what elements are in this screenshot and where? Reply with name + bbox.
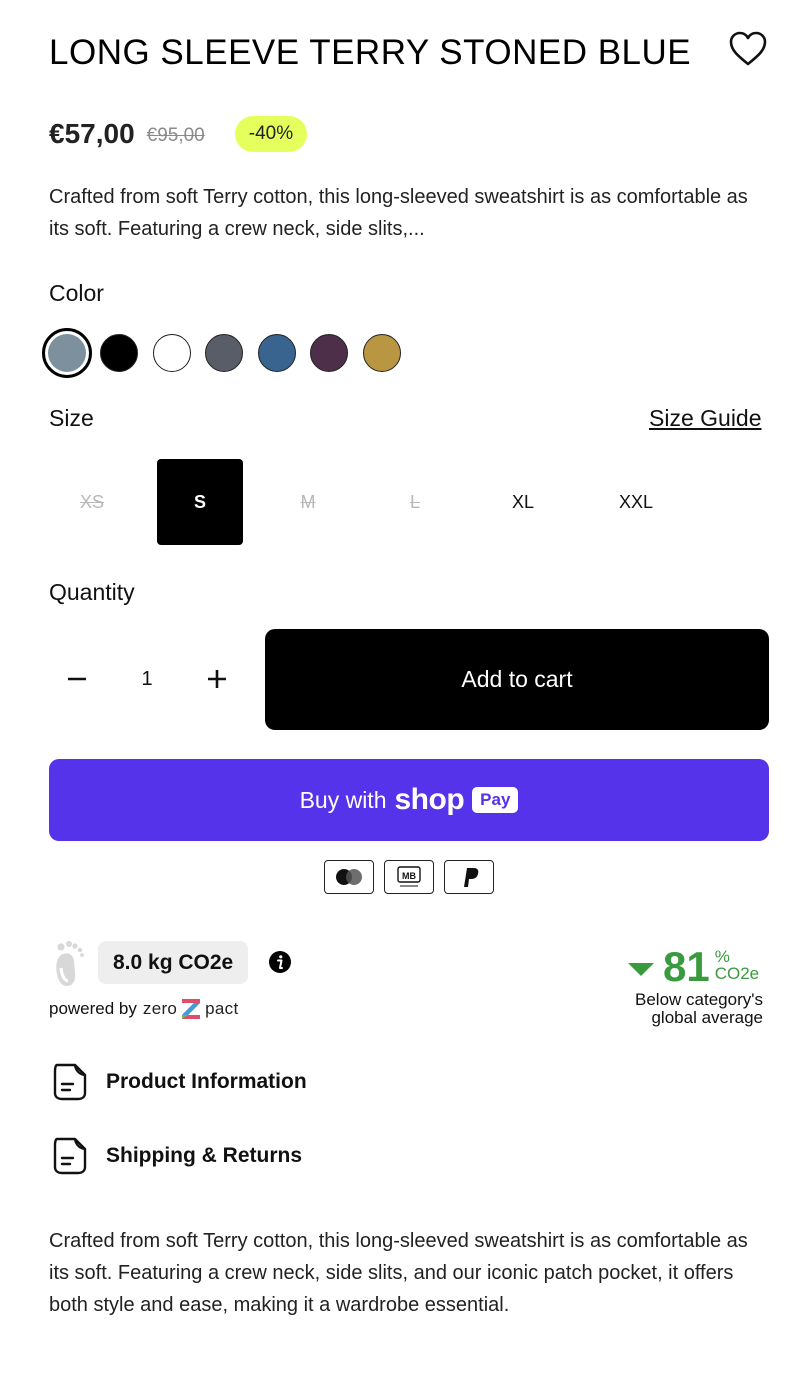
size-guide-link[interactable]: Size Guide bbox=[649, 405, 762, 432]
multibanco-text: MB bbox=[402, 871, 416, 881]
info-icon[interactable] bbox=[268, 950, 292, 974]
zeropact-logo-left: zero bbox=[142, 999, 178, 1018]
increase-quantity-button[interactable] bbox=[189, 651, 245, 707]
accordion-label: Product Information bbox=[106, 1070, 307, 1093]
zeropact-logo: zero pact bbox=[143, 996, 239, 1022]
wishlist-button[interactable] bbox=[728, 30, 768, 68]
document-icon bbox=[53, 1137, 87, 1175]
color-swatch[interactable] bbox=[205, 334, 243, 372]
co2-reduction: 81 % CO2e bbox=[628, 944, 768, 990]
paypal-icon bbox=[444, 860, 494, 894]
color-swatch[interactable] bbox=[42, 328, 92, 378]
color-swatch[interactable] bbox=[257, 334, 296, 372]
zeropact-z-icon bbox=[182, 999, 201, 1019]
multibanco-icon: MB bbox=[384, 860, 434, 894]
down-arrow-icon bbox=[628, 963, 654, 976]
size-option[interactable]: L bbox=[372, 459, 458, 545]
color-swatch[interactable] bbox=[310, 334, 348, 372]
color-swatch[interactable] bbox=[152, 334, 191, 372]
size-option[interactable]: M bbox=[265, 459, 351, 545]
quantity-stepper: 1 bbox=[49, 629, 245, 729]
size-option[interactable]: XS bbox=[49, 459, 135, 545]
color-swatch[interactable] bbox=[100, 334, 138, 372]
size-option[interactable]: S bbox=[157, 459, 243, 545]
add-to-cart-button[interactable]: Add to cart bbox=[265, 629, 769, 730]
co2-reduction-number: 81 bbox=[663, 943, 710, 990]
short-description: Crafted from soft Terry cotton, this lon… bbox=[49, 186, 748, 240]
long-description: Crafted from soft Terry cotton, this lon… bbox=[49, 1230, 748, 1316]
compare-price: €95,00 bbox=[146, 125, 205, 146]
zeropact-logo-right: pact bbox=[205, 999, 239, 1018]
size-option[interactable]: XL bbox=[480, 459, 566, 545]
pay-badge: Pay bbox=[472, 787, 519, 813]
footprint-icon bbox=[56, 941, 84, 986]
product-title: LONG SLEEVE TERRY STONED BLUE bbox=[49, 33, 692, 72]
size-label: Size bbox=[49, 405, 94, 431]
plus-icon bbox=[208, 670, 226, 688]
document-icon bbox=[53, 1063, 87, 1101]
size-options: XS S M L XL XXL bbox=[49, 459, 769, 545]
accordion-shipping-returns[interactable]: Shipping & Returns bbox=[49, 1134, 769, 1178]
quantity-label: Quantity bbox=[49, 579, 135, 605]
shop-logo: shop bbox=[394, 783, 465, 816]
co2-note-line2: global average bbox=[651, 1008, 763, 1027]
co2-note-line1: Below category's bbox=[635, 990, 763, 1009]
color-label: Color bbox=[49, 280, 104, 306]
accordion-label: Shipping & Returns bbox=[106, 1144, 302, 1167]
sale-price: €57,00 bbox=[49, 118, 135, 149]
accordion-product-information[interactable]: Product Information bbox=[49, 1060, 769, 1104]
powered-by: powered by zero pact bbox=[49, 996, 239, 1022]
color-swatch[interactable] bbox=[362, 334, 401, 372]
color-swatch-fill bbox=[48, 334, 86, 372]
minus-icon bbox=[68, 677, 86, 681]
color-swatches bbox=[42, 328, 415, 378]
co2-footprint-value: 8.0 kg CO2e bbox=[98, 941, 249, 984]
percent-sign: % bbox=[714, 947, 730, 966]
powered-by-text: powered by bbox=[49, 999, 137, 1018]
shop-pay-button[interactable]: Buy with shop Pay bbox=[49, 759, 769, 841]
buy-with-label: Buy with bbox=[299, 786, 387, 813]
payment-methods: MB bbox=[324, 860, 504, 894]
size-option[interactable]: XXL bbox=[593, 459, 679, 545]
mastercard-icon bbox=[324, 860, 374, 894]
co2-reduction-unit: % CO2e bbox=[715, 948, 759, 982]
discount-badge: -40% bbox=[234, 116, 308, 152]
quantity-value[interactable]: 1 bbox=[105, 668, 189, 691]
co2e-label: CO2e bbox=[714, 964, 760, 983]
price-row: €57,00 €95,00 -40% bbox=[49, 112, 308, 156]
heart-icon bbox=[729, 31, 767, 66]
co2-note: Below category's global average bbox=[598, 991, 763, 1027]
decrease-quantity-button[interactable] bbox=[49, 651, 105, 707]
